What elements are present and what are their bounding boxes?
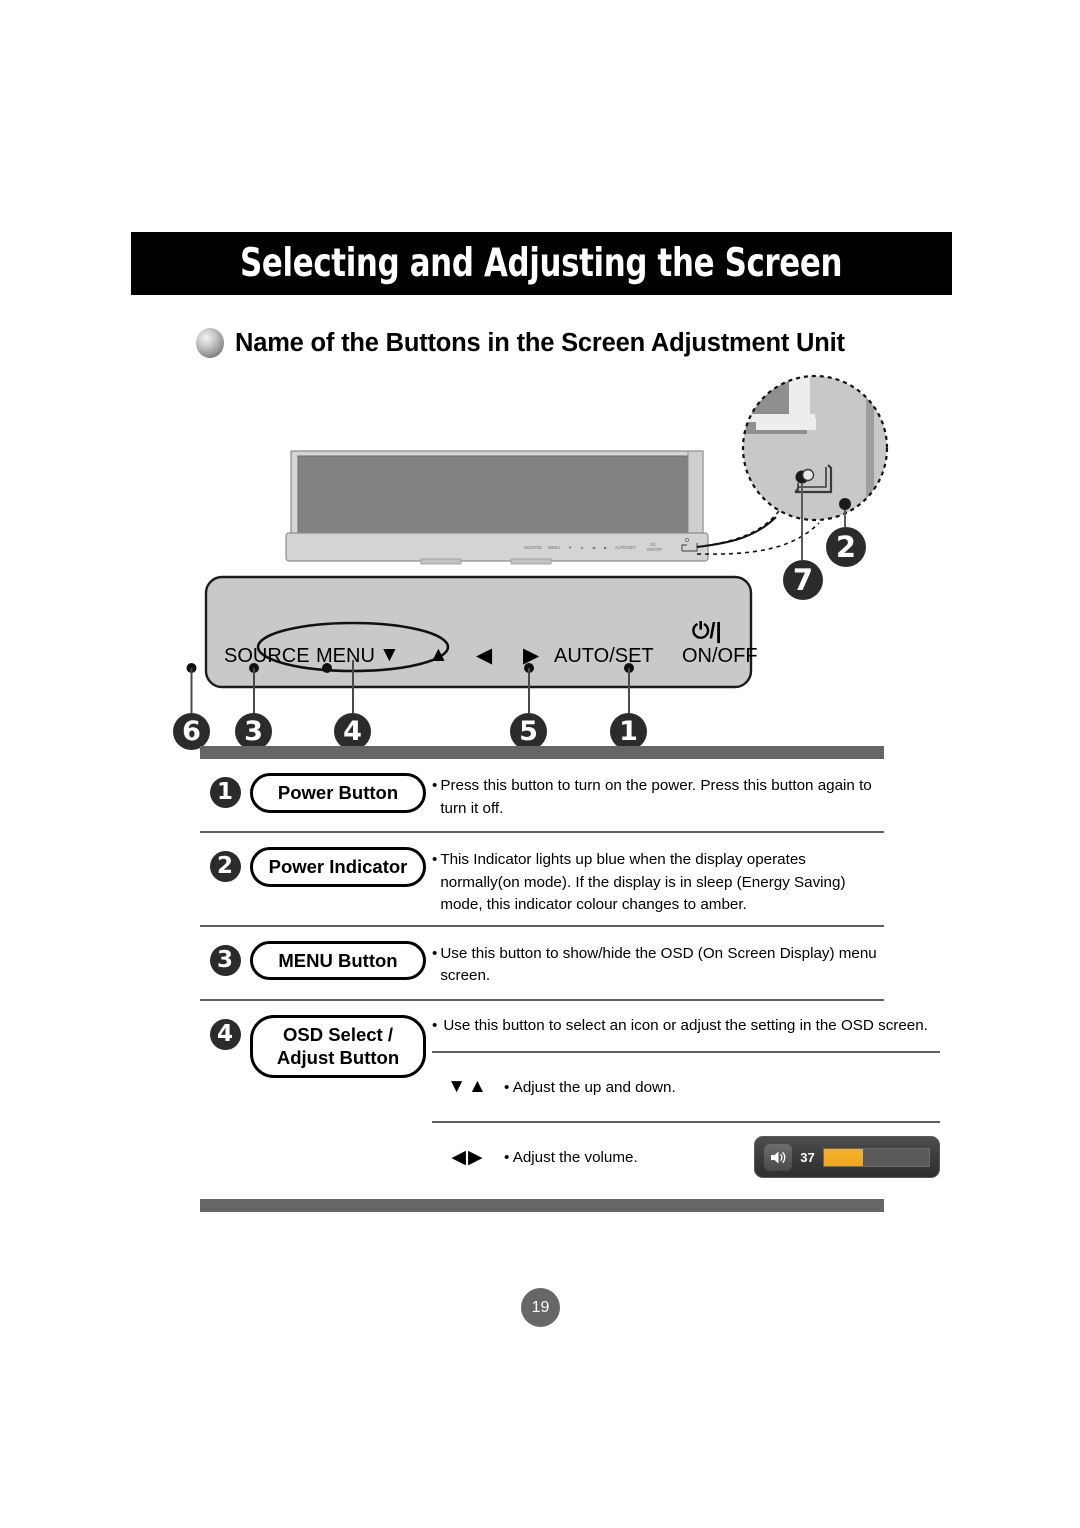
table-top-bar [200, 746, 884, 759]
sub-row-label: Adjust the up and down. [512, 1078, 676, 1096]
table-row: 3 MENU Button • Use this button to show/… [200, 927, 884, 1001]
sub-row-volume: ◀▶ • Adjust the volume. 37 [432, 1121, 940, 1191]
row-desc-cell: • Use this button to show/hide the OSD (… [426, 937, 884, 988]
label-pill-osd-select-adjust-button: OSD Select / Adjust Button [250, 1014, 426, 1078]
label-pill-text: Power Indicator [268, 856, 408, 877]
svg-text:AUTO/SET: AUTO/SET [615, 545, 636, 550]
callout-badge-1: 1 [610, 713, 647, 750]
row-label-cell: MENU Button [250, 937, 426, 981]
callout-badge-7: 7 [783, 560, 823, 600]
volume-osd-widget: 37 [754, 1136, 940, 1178]
callout-badge-5: 5 [510, 713, 547, 750]
panel-arrow-right-icon[interactable]: ▶ [523, 643, 539, 668]
row-badge-cell: 1 [200, 769, 250, 808]
sub-row-up-down: ▼▲ • Adjust the up and down. [432, 1053, 940, 1121]
row-desc-cell: • Press this button to turn on the power… [426, 769, 884, 820]
leftright-arrows-icon[interactable]: ◀▶ [432, 1146, 504, 1169]
row-label-cell: Power Indicator [250, 843, 426, 887]
label-pill-text: Power Button [277, 782, 399, 803]
label-pill-text-line2: Adjust Button [276, 1047, 400, 1069]
panel-label-on-off: ON/OFF [682, 645, 758, 667]
magnifier-circle [741, 374, 889, 522]
label-pill-text-line1: OSD Select / [282, 1023, 393, 1045]
sub-row-text: • Adjust the up and down. [504, 1079, 754, 1096]
row-description: Use this button to show/hide the OSD (On… [440, 944, 877, 985]
panel-label-auto-set: AUTO/SET [554, 645, 654, 667]
panel-arrow-up-icon[interactable]: ▲ [428, 643, 449, 667]
bullet-dot-icon: • [504, 1078, 510, 1096]
row-badge-cell: 4 [200, 1011, 250, 1050]
svg-text:▲: ▲ [580, 545, 584, 550]
sub-row-text: • Adjust the volume. [504, 1149, 754, 1166]
bullet-dot-icon: • [504, 1148, 510, 1166]
label-pill-menu-button: MENU Button [250, 940, 426, 981]
indicator-dot [839, 498, 851, 510]
svg-text:SOURCE: SOURCE [524, 545, 542, 550]
volume-fill [824, 1148, 863, 1166]
updown-arrows-icon[interactable]: ▼▲ [432, 1076, 504, 1098]
callout-badge-4: 4 [334, 713, 371, 750]
bullet-dot-icon: • [432, 851, 438, 868]
row-badge-cell: 2 [200, 843, 250, 882]
sub-row-label: Adjust the volume. [512, 1148, 638, 1166]
page-title: Selecting and Adjusting the Screen [240, 241, 843, 286]
svg-text:MENU: MENU [548, 545, 560, 550]
table-row: 1 Power Button • Press this button to tu… [200, 759, 884, 833]
panel-arrow-left-icon[interactable]: ◀ [476, 643, 492, 668]
row-desc-cell: • Use this button to select an icon or a… [426, 1011, 940, 1192]
label-pill-power-button: Power Button [250, 773, 426, 813]
callout-badge-6: 6 [173, 713, 210, 750]
table-bottom-bar [200, 1199, 884, 1212]
section-heading-label: Name of the Buttons in the Screen Adjust… [235, 328, 845, 357]
row-label-cell: Power Button [250, 769, 426, 813]
button-description-table: 1 Power Button • Press this button to tu… [200, 746, 940, 1212]
speaker-icon [764, 1143, 792, 1171]
section-heading: Name of the Buttons in the Screen Adjust… [196, 328, 845, 358]
bullet-dot-icon: • [432, 944, 438, 962]
monitor-illustration: SOURCE MENU ▼ ▲ ◀ ▶ AUTO/SET ⏻/| ON/OFF [131, 355, 952, 750]
label-pill-power-indicator: Power Indicator [250, 847, 426, 887]
row-badge: 4 [209, 1018, 241, 1050]
power-symbol-icon: ⏻/| [692, 618, 722, 643]
row-description: Use this button to select an icon or adj… [443, 1016, 928, 1034]
row-label-cell: OSD Select / Adjust Button [250, 1011, 426, 1078]
volume-track[interactable] [823, 1147, 930, 1167]
callout-badge-2: 2 [826, 527, 866, 567]
sub-row-group: ▼▲ • Adjust the up and down. ◀▶ • Adjust… [432, 1051, 940, 1191]
callout-badge-3: 3 [235, 713, 272, 750]
page-number: 19 [521, 1288, 560, 1327]
page-title-banner: Selecting and Adjusting the Screen [131, 232, 952, 295]
bullet-dot-icon: • [432, 1016, 438, 1034]
panel-label-source: SOURCE [224, 645, 310, 667]
svg-text:ON/OFF: ON/OFF [647, 547, 663, 552]
table-row: 4 OSD Select / Adjust Button • Use this … [200, 1001, 940, 1200]
row-badge: 2 [209, 851, 241, 882]
sphere-bullet-icon [196, 328, 224, 358]
bullet-dot-icon: • [432, 777, 438, 794]
panel-arrow-down-icon[interactable]: ▼ [379, 643, 400, 667]
label-pill-text: MENU Button [278, 949, 398, 971]
row-description: Press this button to turn on the power. … [440, 777, 872, 817]
row-desc-cell: • This Indicator lights up blue when the… [426, 843, 884, 917]
volume-value: 37 [800, 1149, 815, 1165]
table-row: 2 Power Indicator • This Indicator light… [200, 833, 884, 927]
svg-text:▼: ▼ [568, 545, 572, 550]
row-badge: 1 [209, 777, 241, 808]
monitor-body: SOURCE MENU ▼ ▲ ◀ ▶ AUTO/SET ⏻/| ON/OFF [285, 450, 709, 565]
panel-label-menu: MENU [316, 645, 375, 667]
row-badge: 3 [209, 944, 241, 976]
row-badge-cell: 3 [200, 937, 250, 976]
row-description: This Indicator lights up blue when the d… [440, 851, 846, 913]
